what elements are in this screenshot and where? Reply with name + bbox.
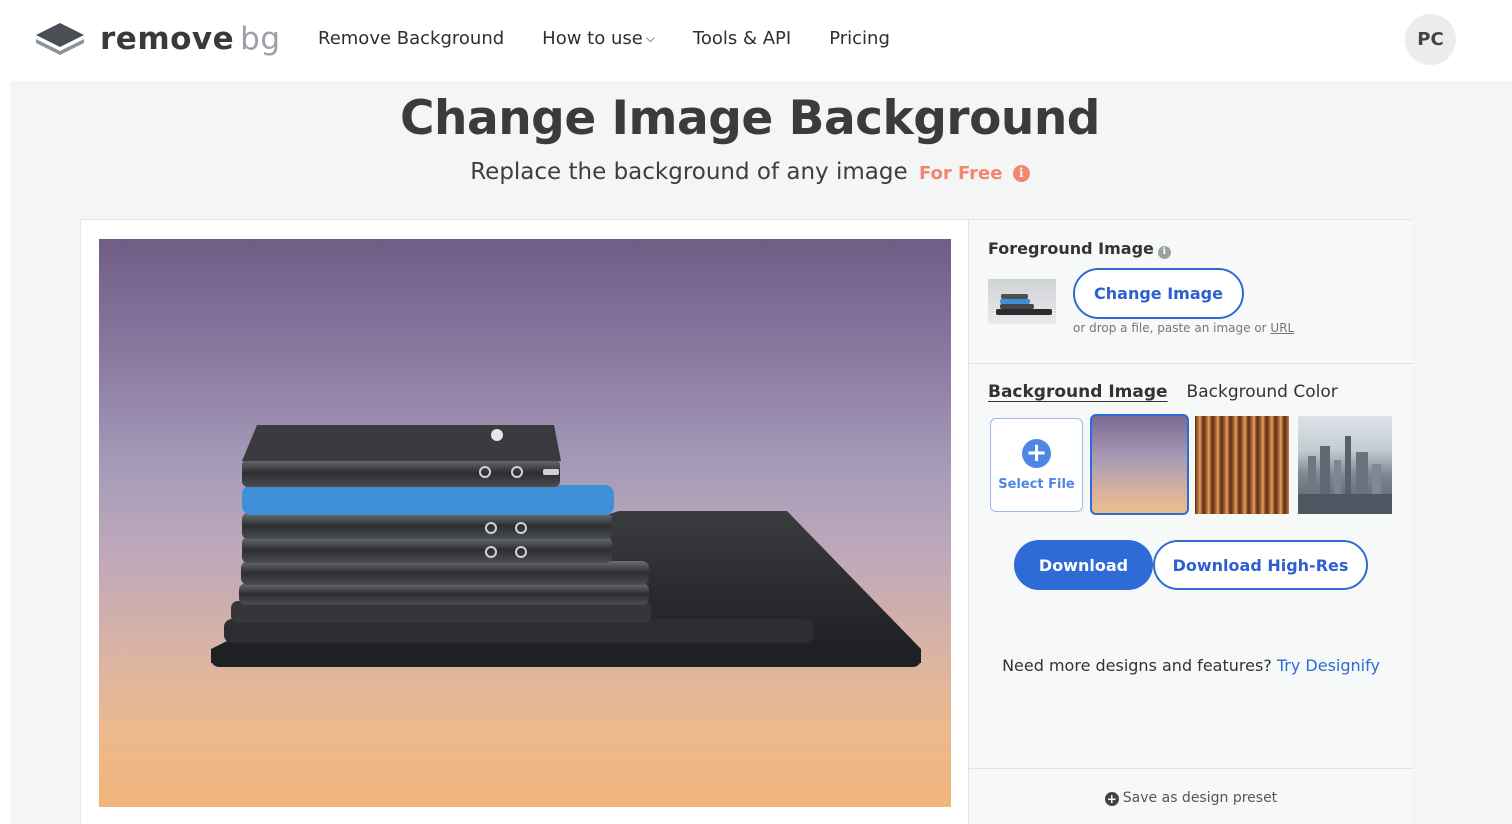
save-preset-button[interactable]: + Save as design preset [969,790,1413,806]
try-designify-link[interactable]: Try Designify [1277,656,1380,675]
tab-background-image[interactable]: Background Image [988,382,1168,402]
nav-how-to-use-label: How to use [542,28,643,49]
foreground-title-text: Foreground Image [988,239,1154,258]
nav-tools-api[interactable]: Tools & API [693,28,791,49]
editor-card: Foreground Image i Change Image or drop a… [80,219,1413,824]
info-icon[interactable]: i [1157,246,1171,259]
main-nav: Remove Background How to use ⌵ Tools & AP… [318,28,890,49]
download-high-res-button[interactable]: Download High-Res [1153,540,1368,590]
foreground-image-heading: Foreground Image i [988,239,1171,259]
change-image-button[interactable]: Change Image [1073,268,1244,319]
tab-background-color[interactable]: Background Color [1187,382,1338,402]
logo-icon [36,23,84,55]
drop-hint-text: or drop a file, paste an image or [1073,321,1267,335]
top-header: remove bg Remove Background How to use ⌵ T… [0,0,1512,81]
chevron-down-icon: ⌵ [645,31,655,45]
for-free-label: For Free [918,163,1003,184]
logo[interactable]: remove bg [34,18,281,60]
subtitle-text: Replace the background of any image [470,159,908,185]
select-file-label: Select File [998,476,1075,492]
nav-remove-background[interactable]: Remove Background [318,28,504,49]
divider [969,363,1413,364]
foreground-thumbnail [988,279,1056,324]
background-option-wood[interactable] [1195,416,1289,514]
url-link[interactable]: URL [1270,321,1294,335]
download-button[interactable]: Download [1014,540,1153,590]
background-option-gradient[interactable] [1090,414,1189,515]
designify-text: Need more designs and features? [1002,656,1272,675]
phones-stack-image [211,425,921,667]
info-icon[interactable]: i [1012,165,1030,182]
nav-pricing[interactable]: Pricing [829,28,890,49]
logo-text: remove bg [100,21,281,57]
main-area: Change Image Background Replace the back… [10,81,1512,824]
page-title: Change Image Background [400,91,1100,146]
city-thumbnail-image [1298,436,1392,514]
nav-how-to-use[interactable]: How to use ⌵ [542,28,655,49]
select-file-tile[interactable]: + Select File [990,418,1083,512]
background-option-city[interactable] [1298,416,1392,514]
plus-icon: + [1022,438,1051,468]
background-tabs: Background Image Background Color [988,382,1338,402]
divider [969,768,1413,769]
page-subtitle: Replace the background of any image For … [10,159,1490,185]
drop-hint: or drop a file, paste an image or URL [1073,321,1294,335]
settings-panel: Foreground Image i Change Image or drop a… [968,220,1413,824]
save-preset-label: Save as design preset [1122,790,1278,806]
image-preview [99,239,951,807]
plus-circle-icon: + [1104,792,1119,806]
designify-promo: Need more designs and features? Try Desi… [969,656,1413,675]
avatar[interactable]: PC [1405,14,1456,65]
foreground-thumbnail-image [996,294,1052,315]
